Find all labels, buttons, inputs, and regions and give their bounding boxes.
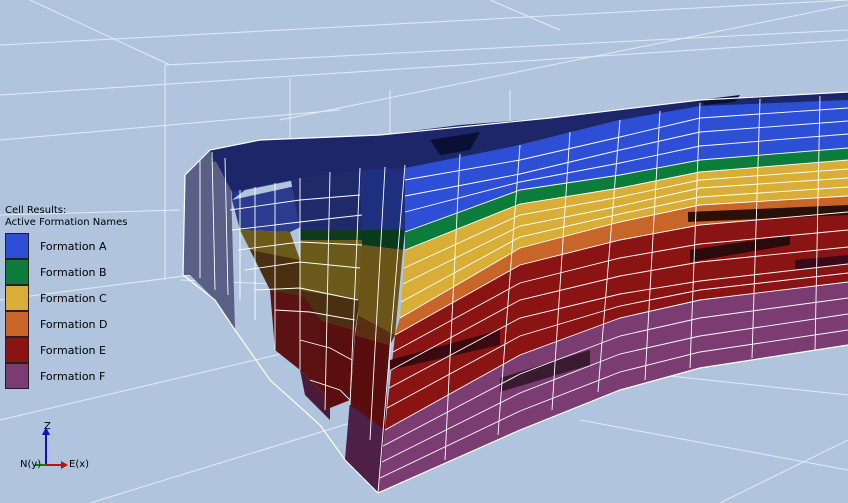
- z-axis-label: Z: [44, 421, 51, 432]
- axis-triad-icon: [35, 427, 68, 469]
- legend-item: Formation C: [5, 285, 127, 311]
- legend-label: Formation C: [40, 292, 107, 305]
- n-axis-label: N(y): [20, 459, 42, 470]
- legend: Cell Results: Active Formation Names For…: [5, 205, 127, 389]
- legend-label: Formation D: [40, 318, 108, 331]
- legend-label: Formation E: [40, 344, 106, 357]
- legend-label: Formation F: [40, 370, 106, 383]
- legend-swatch: [5, 233, 29, 259]
- legend-item: Formation E: [5, 337, 127, 363]
- legend-items: Formation A Formation B Formation C Form…: [5, 233, 127, 389]
- legend-swatch: [5, 311, 29, 337]
- legend-item: Formation F: [5, 363, 127, 389]
- legend-subtitle: Active Formation Names: [5, 217, 128, 228]
- e-axis-label: E(x): [69, 459, 90, 470]
- legend-title: Cell Results:: [5, 205, 67, 216]
- legend-swatch: [5, 259, 29, 285]
- legend-item: Formation D: [5, 311, 127, 337]
- legend-item: Formation B: [5, 259, 127, 285]
- legend-item: Formation A: [5, 233, 127, 259]
- legend-label: Formation A: [40, 240, 107, 253]
- legend-swatch: [5, 337, 29, 363]
- legend-swatch: [5, 285, 29, 311]
- legend-label: Formation B: [40, 266, 107, 279]
- legend-swatch: [5, 363, 29, 389]
